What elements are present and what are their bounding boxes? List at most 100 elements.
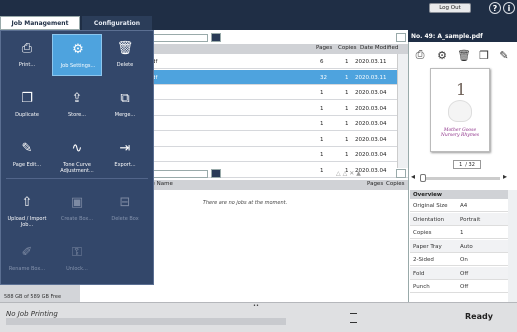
menu-item-unlock: ⚿ Unlock... [52, 238, 102, 280]
dash-line [350, 322, 357, 323]
queue-toolbar-icons: △△✕▲ [336, 170, 363, 177]
duplicate-icon[interactable]: ❐ [477, 48, 491, 62]
progress-bar [6, 318, 286, 325]
overview-key: Copies [413, 230, 432, 236]
logout-button[interactable]: Log Out [429, 3, 471, 13]
menu-item-label: Unlock... [66, 266, 88, 272]
upload-icon: ⇧ [21, 194, 33, 210]
cell-pages: 1 [320, 152, 324, 158]
help-icon[interactable]: ? [489, 2, 501, 14]
expand-icon[interactable] [396, 33, 406, 42]
col-date[interactable]: Date Modified [360, 45, 398, 51]
delete-box-icon: ⊟ [119, 194, 131, 210]
menu-item-upload[interactable]: ⇧ Upload / Import Job... [2, 188, 52, 230]
trash-icon[interactable]: 🗑 [457, 48, 471, 62]
menu-item-merge[interactable]: ⧉ Merge... [100, 84, 150, 126]
overview-row: Copies 1 [410, 226, 517, 239]
cell-date: 2020.03.04 [355, 121, 387, 127]
queue-search-option-button[interactable] [211, 169, 221, 178]
cell-copies: 1 [345, 59, 349, 65]
page-edit-icon[interactable]: ✎ [497, 48, 511, 62]
tone-curve-icon: ∿ [71, 140, 83, 156]
page-edit-icon: ✎ [21, 140, 33, 156]
overview-value: Auto [460, 243, 473, 250]
menu-item-label: Store... [68, 112, 86, 118]
unlock-icon: ⚿ [72, 244, 82, 260]
menu-item-label: Export... [114, 162, 136, 168]
overview-value: On [460, 257, 468, 263]
menu-item-print[interactable]: ⎙ Print... [2, 34, 52, 76]
page-counter[interactable]: 1/ 32 [453, 160, 481, 169]
col-copies[interactable]: Copies [338, 45, 356, 51]
menu-item-job-settings[interactable]: ⚙ Job Settings... [52, 34, 102, 76]
menu-item-export[interactable]: ⇥ Export... [100, 134, 150, 176]
info-icon[interactable]: i [503, 2, 515, 14]
cell-copies: 1 [345, 74, 349, 81]
col-pages[interactable]: Pages [316, 45, 332, 51]
tab-job-management[interactable]: Job Management [0, 16, 80, 30]
search-option-button[interactable] [211, 33, 221, 42]
menu-item-trash[interactable]: 🗑 Delete [100, 34, 150, 76]
cell-date: 2020.03.04 [355, 105, 387, 112]
overview-value: 1 [460, 230, 464, 236]
menu-item-label: Rename Box... [8, 266, 46, 272]
panel-toggle-handle[interactable]: •• [253, 303, 259, 309]
prev-page-icon[interactable]: ◂ [411, 172, 415, 181]
overview-scrollbar[interactable] [508, 190, 517, 302]
scrollbar[interactable] [397, 54, 408, 168]
print-icon[interactable]: ⎙ [413, 48, 427, 62]
overview-row: Punch Off [410, 280, 517, 293]
job-settings-icon[interactable]: ⚙ [435, 48, 449, 62]
cell-date: 2020.03.04 [355, 152, 387, 158]
overview-key: Paper Tray [413, 243, 442, 250]
queue-expand-icon[interactable] [396, 169, 406, 178]
menu-item-page-edit[interactable]: ✎ Page Edit... [2, 134, 52, 176]
rename-box-icon: ✐ [21, 244, 33, 260]
next-page-icon[interactable]: ▸ [503, 172, 507, 181]
overview-value: Off [460, 270, 469, 277]
menu-item-rename-box: ✐ Rename Box... [2, 238, 52, 280]
merge-icon: ⧉ [120, 90, 130, 106]
cell-pages: 1 [320, 136, 324, 143]
storage-status: 588 GB of 589 GB Free [4, 294, 62, 300]
menu-item-duplicate[interactable]: ❐ Duplicate [2, 84, 52, 126]
trash-icon: 🗑 [116, 40, 134, 56]
overview-row: Original Size A4 [410, 199, 517, 212]
overview-row: Orientation Portrait [410, 212, 517, 226]
cell-copies: 1 [345, 152, 349, 158]
menu-item-label: Tone Curve Adjustment... [60, 162, 94, 174]
job-settings-icon: ⚙ [72, 41, 84, 57]
menu-item-label: Duplicate [15, 112, 39, 118]
menu-item-label: Create Box... [60, 216, 94, 222]
col-queue-pages[interactable]: Pages [367, 181, 383, 187]
page-slider-thumb[interactable] [420, 174, 426, 182]
menu-item-label: Upload / Import Job... [7, 216, 47, 228]
overview-key: Fold [413, 270, 425, 277]
menu-divider [6, 178, 148, 179]
queue-search-input[interactable] [150, 170, 208, 178]
cell-date: 2020.03.11 [355, 74, 387, 81]
tab-configuration[interactable]: Configuration [82, 16, 152, 30]
menu-item-tone-curve[interactable]: ∿ Tone Curve Adjustment... [52, 134, 102, 176]
export-icon: ⇥ [119, 140, 131, 156]
dash-line [350, 313, 357, 314]
page-slider[interactable] [420, 177, 500, 180]
cell-copies: 1 [345, 136, 349, 143]
cell-date: 2020.03.04 [355, 90, 387, 96]
store-icon: ⇪ [71, 90, 83, 106]
overview-value: Off [460, 284, 469, 290]
printer-state: Ready [465, 312, 493, 321]
search-input[interactable] [150, 34, 208, 42]
menu-item-store[interactable]: ⇪ Store... [52, 84, 102, 126]
overview-row: 2-Sided On [410, 253, 517, 266]
cell-pages: 6 [320, 59, 324, 65]
cell-date: 2020.03.04 [355, 136, 387, 143]
job-status-text: No Job Printing [6, 310, 58, 318]
cell-pages: 1 [320, 167, 324, 174]
menu-item-label: Job Settings... [60, 63, 96, 69]
menu-item-delete-box: ⊟ Delete Box [100, 188, 150, 230]
menu-item-create-box: ▣ Create Box... [52, 188, 102, 230]
col-queue-copies[interactable]: Copies [386, 181, 404, 187]
preview-title: No. 49: A_sample.pdf [408, 30, 517, 42]
cell-pages: 1 [320, 90, 324, 96]
